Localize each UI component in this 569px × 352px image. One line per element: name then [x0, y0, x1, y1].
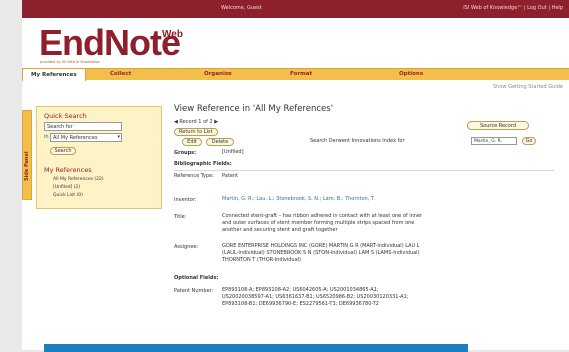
search-scope-select[interactable]: All My References ▾ [50, 133, 122, 142]
derwent-search-label: Search Derwent Innovations Index for [310, 138, 405, 144]
optional-fields-heading: Optional Fields: [174, 275, 219, 281]
return-to-list-button[interactable]: Return to List [174, 128, 218, 136]
quick-search-panel: Quick Search Search for in All My Refere… [36, 106, 162, 209]
top-bar: Welcome, Guest ISI Web of Knowledge™ | L… [22, 0, 569, 18]
quick-search-title: Quick Search [44, 112, 87, 120]
logo-suffix: Web [162, 29, 183, 40]
record-navigation[interactable]: ◀ Record 1 of 2 ▶ [174, 119, 218, 125]
tab-options[interactable]: Options [399, 71, 423, 77]
endnote-logo: EndNote [39, 22, 181, 63]
bibliographic-heading: Bibliographic Fields: [174, 161, 232, 167]
title-value-line-1: Connected stent-graft – has ribbon adher… [222, 213, 423, 219]
powered-by: provided by ISI Web of Knowledge [40, 60, 100, 64]
search-button[interactable]: Search [50, 147, 76, 155]
title-value-line-3: another and securing stent and graft tog… [222, 227, 338, 233]
my-references-title: My References [44, 166, 92, 174]
delete-button[interactable]: Delete [206, 138, 234, 146]
inventor-value[interactable]: Martin, G. R.; Lau, L.; Stonebrook, S. N… [222, 196, 375, 203]
edit-button[interactable]: Edit [182, 138, 202, 146]
reference-type-label: Reference Type: [174, 173, 214, 179]
inventor-label: Inventor: [174, 197, 197, 203]
side-panel-tab[interactable]: Side Panel [22, 110, 32, 200]
assignee-value-line-2: (LAUL-Individual) STONEBROOK S N (STON-I… [222, 250, 420, 256]
patent-number-label: Patent Number: [174, 288, 214, 294]
tab-collect[interactable]: Collect [110, 71, 131, 77]
groups-label: Groups: [174, 150, 197, 156]
search-scope-value: All My References [53, 135, 98, 141]
chevron-down-icon: ▾ [117, 134, 120, 140]
go-button[interactable]: Go [522, 137, 536, 145]
top-links[interactable]: ISI Web of Knowledge™ | Log Out | Help [463, 5, 563, 11]
quick-search-input[interactable]: Search for [44, 122, 122, 131]
derwent-author-select[interactable]: Martin, G. R. [471, 137, 517, 145]
main-nav: My References Collect Organize Format Op… [22, 68, 569, 81]
blue-overlay-bar [44, 344, 468, 352]
in-label: in [44, 134, 49, 140]
ref-group-unfiled[interactable]: [Unfiled] (2) [53, 185, 80, 190]
patent-number-line-2: US20020038597-A1; US6361637-B1; US652098… [222, 294, 409, 300]
groups-value: [Unfiled] [222, 149, 244, 155]
side-panel-label: Side Panel [24, 151, 30, 181]
ref-group-all[interactable]: All My References (22) [53, 177, 104, 182]
ref-group-quick-list[interactable]: Quick List (0) [53, 193, 83, 198]
reference-type-value: Patent [222, 173, 239, 179]
assignee-value-line-3: THORNTON T (THOR-Individual) [222, 257, 302, 263]
patent-number-line-1: EP893108-A; EP893108-A2; US6042605-A; US… [222, 287, 379, 293]
tab-format[interactable]: Format [290, 71, 312, 77]
welcome-text: Welcome, Guest [221, 5, 262, 11]
assignee-value-line-1: GORE ENTERPRISE HOLDINGS INC (GORE) MART… [222, 243, 420, 249]
tab-my-references[interactable]: My References [22, 68, 86, 81]
title-label: Title: [174, 214, 187, 220]
page-title: View Reference in 'All My References' [174, 104, 334, 114]
assignee-label: Assignee: [174, 244, 199, 250]
title-value-line-2: and outer surfaces of stent member formi… [222, 220, 415, 226]
tab-organize[interactable]: Organize [204, 71, 232, 77]
endnote-page: Welcome, Guest ISI Web of Knowledge™ | L… [22, 0, 569, 350]
divider [174, 170, 554, 171]
patent-number-line-3: EP893108-B1; DE69936790-E; ES2279561-T3;… [222, 301, 379, 307]
source-record-button[interactable]: Source Record [467, 121, 529, 130]
getting-started-link[interactable]: Show Getting Started Guide [493, 84, 563, 90]
